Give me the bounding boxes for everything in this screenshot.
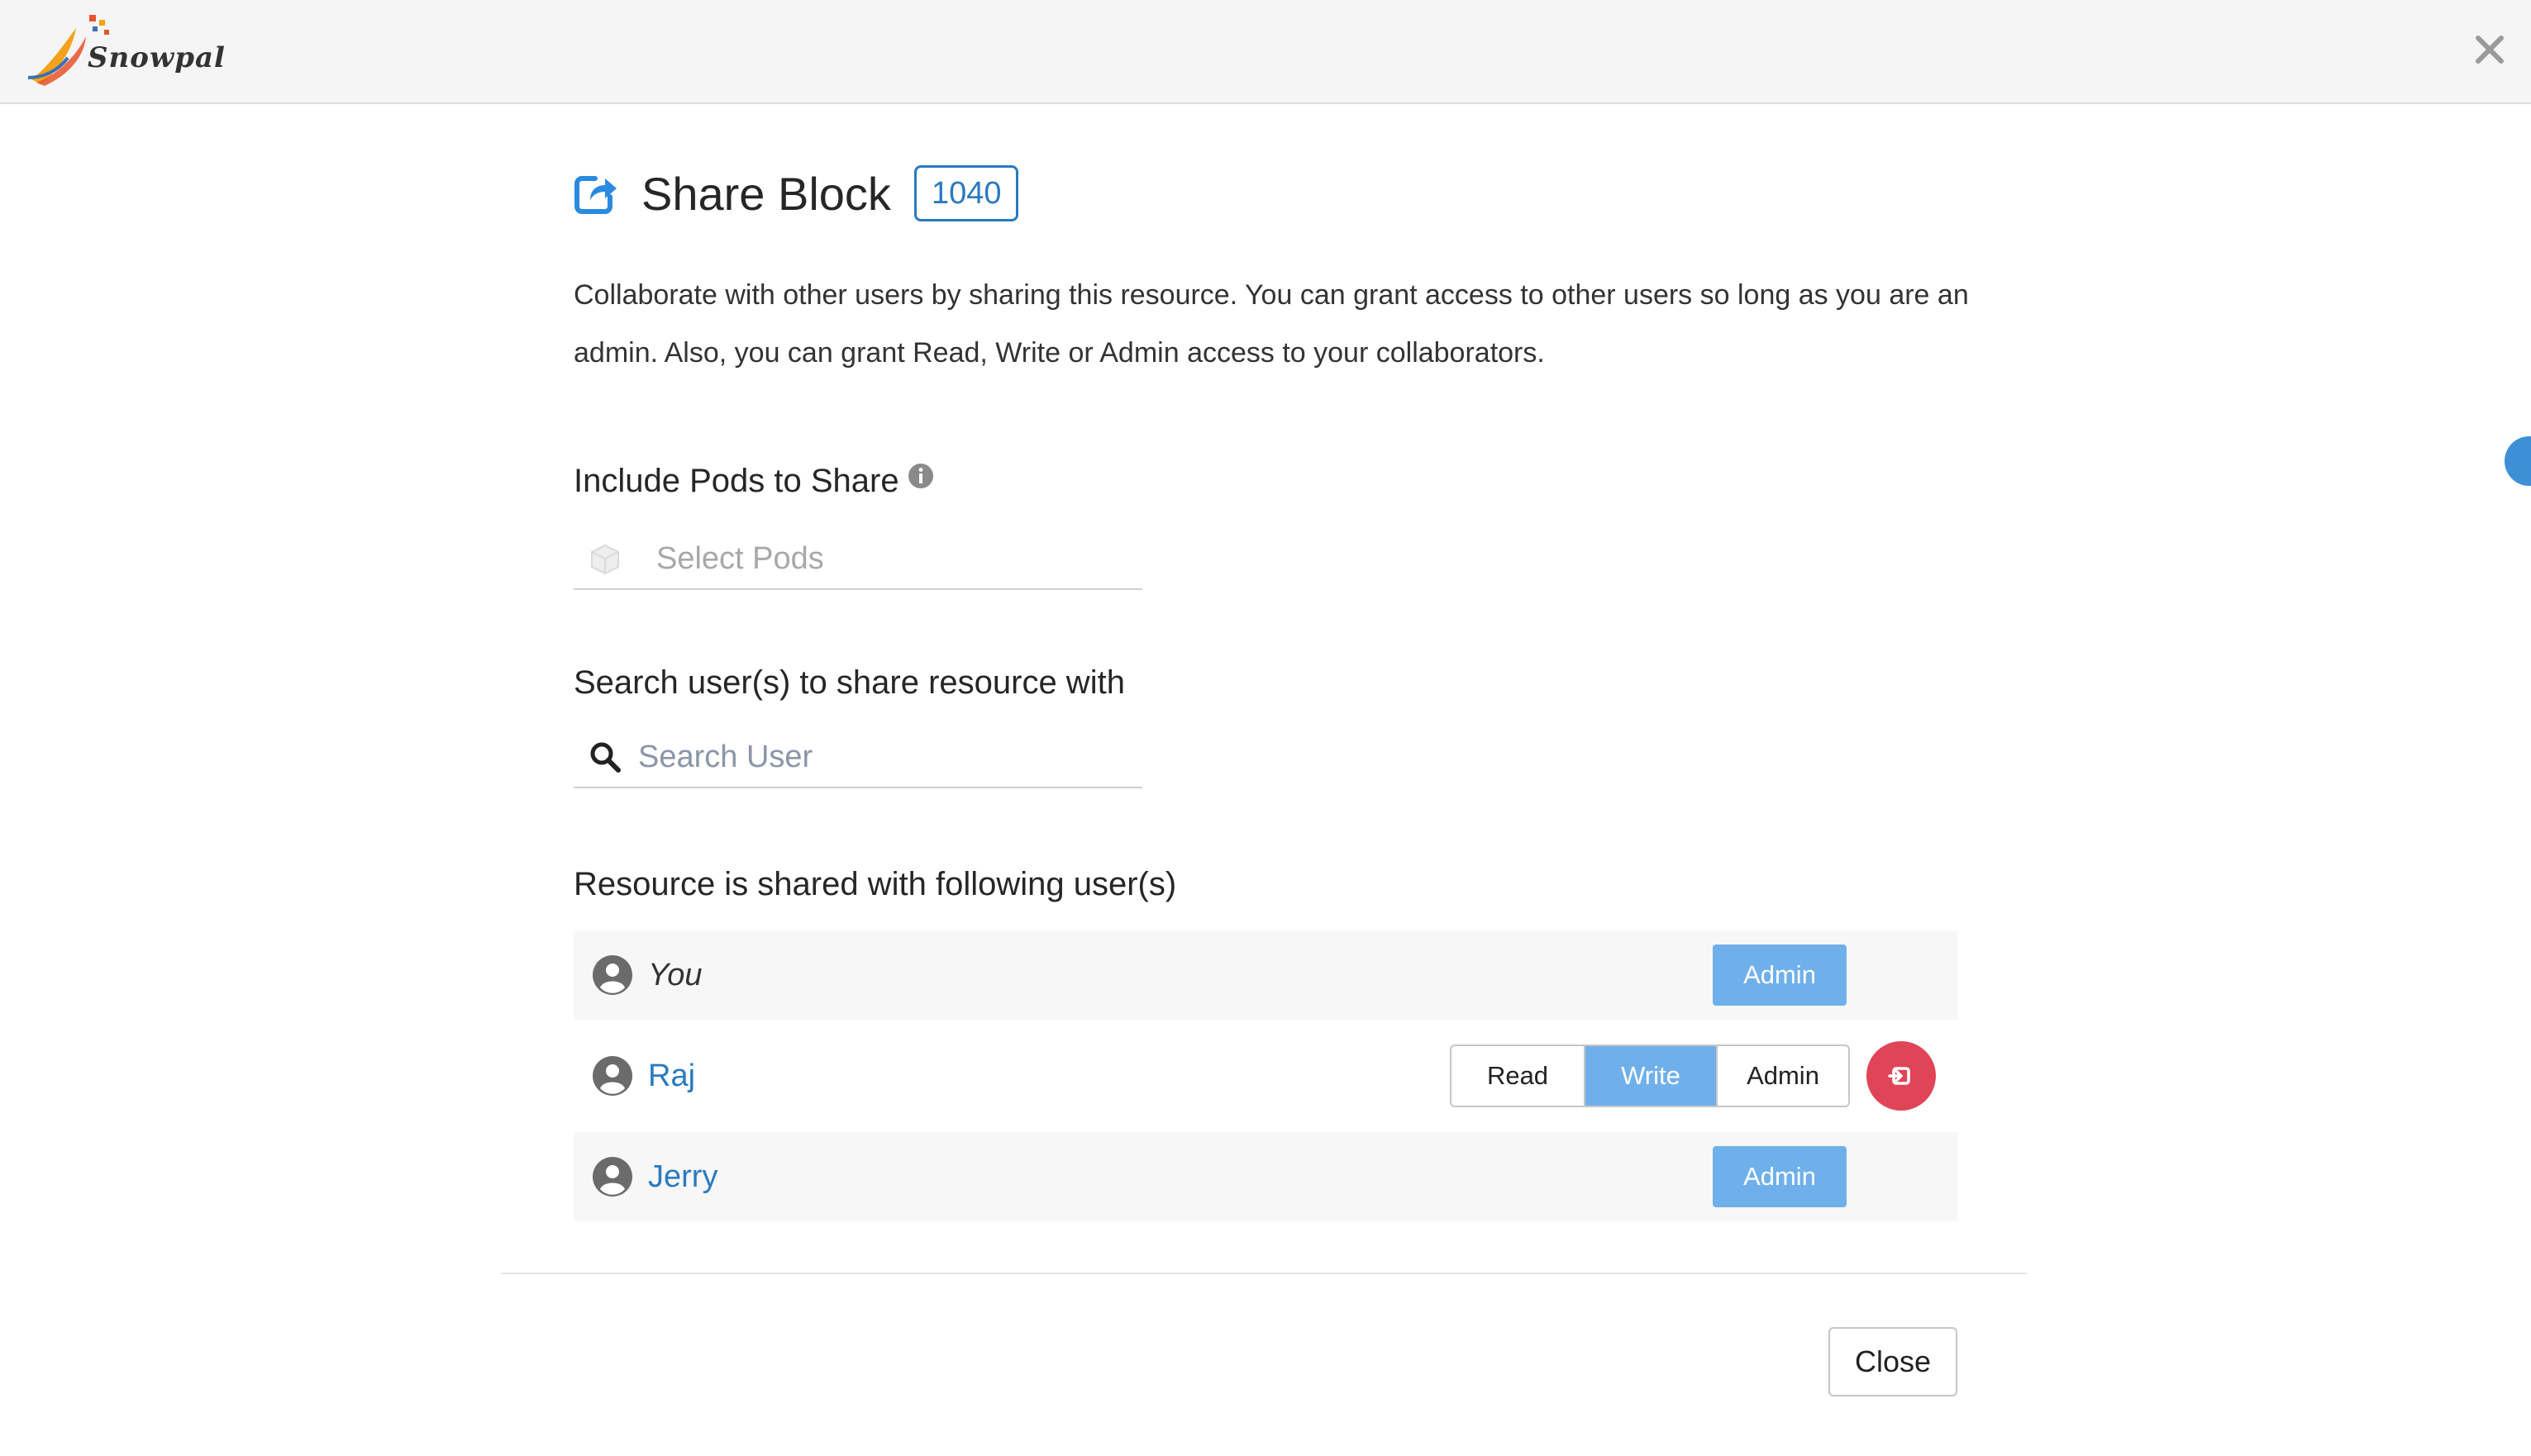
resource-id-badge: 1040 bbox=[913, 165, 1019, 221]
search-section-heading: Search user(s) to share resource with bbox=[574, 664, 1125, 702]
shared-users-list: You Admin Raj Read Write Admin Jerry Adm… bbox=[574, 930, 1957, 1233]
cube-icon bbox=[591, 544, 619, 575]
revoke-access-button[interactable] bbox=[1866, 1041, 1936, 1111]
close-icon[interactable] bbox=[2471, 31, 2508, 68]
search-icon bbox=[590, 742, 621, 773]
pods-section-heading: Include Pods to Share bbox=[574, 463, 934, 500]
search-heading-label: Search user(s) to share resource with bbox=[574, 664, 1125, 701]
footer-divider bbox=[501, 1273, 2027, 1274]
search-user-input[interactable] bbox=[636, 738, 1103, 776]
user-avatar-icon bbox=[593, 1056, 632, 1096]
shared-heading-label: Resource is shared with following user(s… bbox=[574, 866, 1177, 902]
admin-permission-button[interactable]: Admin bbox=[1716, 1046, 1848, 1106]
read-permission-button[interactable]: Read bbox=[1451, 1046, 1584, 1106]
search-user-field[interactable] bbox=[574, 727, 1142, 788]
user-avatar-icon bbox=[593, 955, 632, 995]
pods-select[interactable] bbox=[574, 529, 1142, 590]
user-name: You bbox=[648, 957, 703, 992]
logo-text: Snowpal bbox=[88, 41, 226, 74]
close-button[interactable]: Close bbox=[1828, 1327, 1957, 1397]
share-icon bbox=[574, 176, 617, 214]
permission-toggle-group: Read Write Admin bbox=[1450, 1044, 1850, 1107]
shared-section-heading: Resource is shared with following user(s… bbox=[574, 866, 1176, 903]
shared-user-row: Raj Read Write Admin bbox=[574, 1031, 1957, 1121]
modal-title: Share Block bbox=[641, 167, 891, 220]
info-icon[interactable] bbox=[908, 463, 934, 489]
snowpal-logo[interactable]: Snowpal bbox=[25, 8, 226, 91]
write-permission-button[interactable]: Write bbox=[1584, 1046, 1716, 1106]
side-panel-handle-icon[interactable] bbox=[2505, 436, 2531, 486]
top-bar: Snowpal bbox=[0, 0, 2531, 104]
user-avatar-icon bbox=[593, 1157, 632, 1197]
admin-role-button[interactable]: Admin bbox=[1713, 1146, 1847, 1207]
shared-user-row: You Admin bbox=[574, 930, 1957, 1020]
modal-description: Collaborate with other users by sharing … bbox=[574, 279, 1969, 369]
modal-header: Share Block 1040 bbox=[572, 162, 1019, 225]
select-pods-input[interactable] bbox=[655, 540, 1121, 578]
user-name-link[interactable]: Jerry bbox=[648, 1159, 717, 1195]
admin-role-button[interactable]: Admin bbox=[1713, 944, 1847, 1006]
revoke-icon bbox=[1888, 1067, 1910, 1085]
pods-heading-label: Include Pods to Share bbox=[574, 463, 899, 499]
shared-user-row: Jerry Admin bbox=[574, 1132, 1957, 1221]
user-name-link[interactable]: Raj bbox=[648, 1059, 695, 1094]
